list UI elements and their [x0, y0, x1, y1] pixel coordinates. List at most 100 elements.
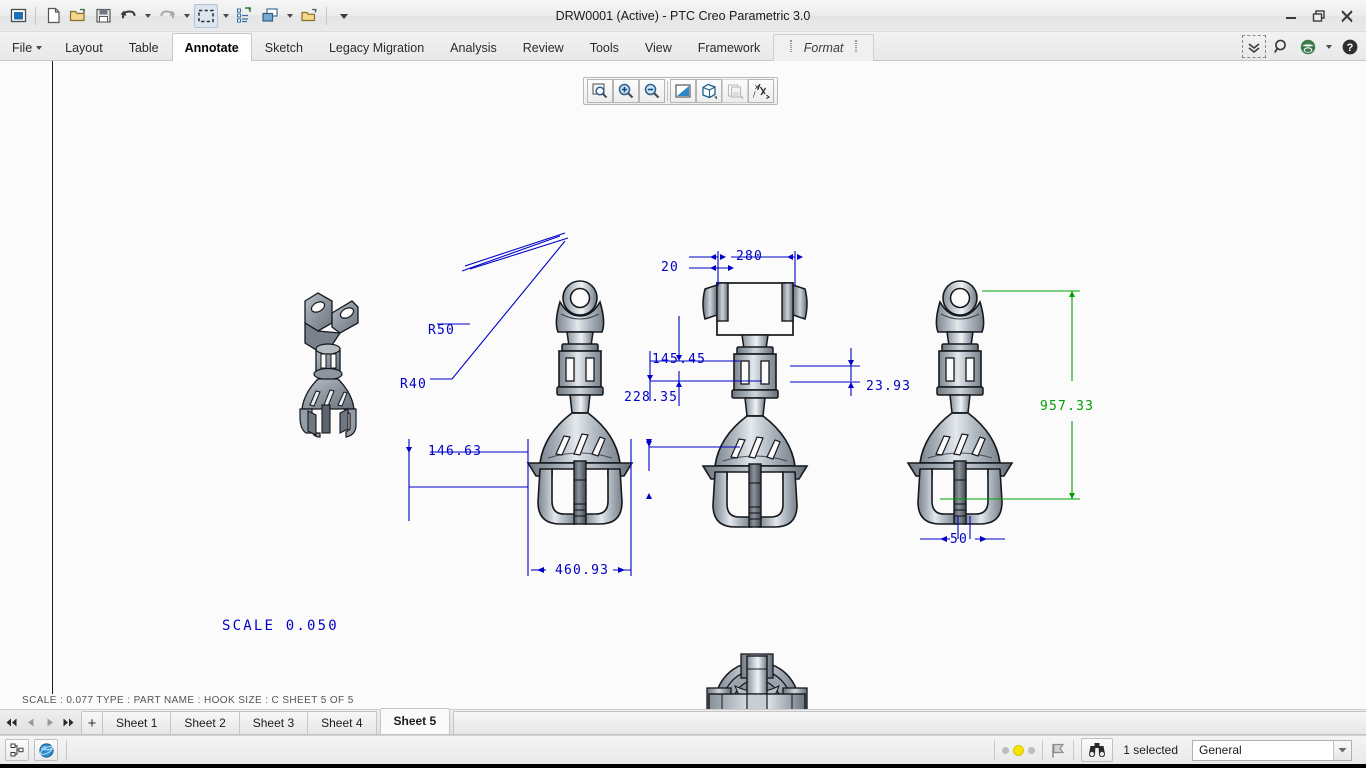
window-switch-caret-icon[interactable] [283, 4, 296, 28]
redo-icon[interactable] [155, 4, 179, 28]
help-icon[interactable]: ? [1338, 35, 1362, 58]
sheet-nav-buttons [0, 712, 75, 732]
add-sheet-button[interactable]: + [81, 711, 103, 734]
tab-file[interactable]: File [0, 34, 52, 61]
status-divider-2 [994, 740, 996, 760]
window-controls [1278, 0, 1360, 32]
first-sheet-button[interactable] [5, 712, 18, 732]
collapse-ribbon-icon[interactable] [1242, 35, 1266, 58]
flag-icon[interactable] [1050, 742, 1066, 759]
top-view [706, 653, 808, 709]
binoculars-icon[interactable] [1081, 738, 1114, 762]
window-switch-icon[interactable] [258, 4, 282, 28]
tab-framework[interactable]: Framework [685, 34, 774, 61]
tab-format-label: Format [803, 41, 844, 55]
dimension-20[interactable]: 20 [661, 260, 679, 275]
dimension-957-33[interactable]: 957.33 [1040, 399, 1094, 414]
tab-annotate[interactable]: Annotate [171, 33, 252, 61]
redo-dropdown-caret-icon[interactable] [180, 4, 193, 28]
undo-icon[interactable] [116, 4, 140, 28]
save-icon[interactable] [91, 4, 115, 28]
status-divider-1 [66, 740, 67, 760]
next-sheet-button[interactable] [43, 712, 56, 732]
file-caret-icon [36, 46, 43, 50]
sheet-tab-5[interactable]: Sheet 5 [379, 708, 451, 734]
status-divider-4 [1073, 740, 1075, 760]
quick-access-toolbar [0, 3, 356, 28]
dimension-146-63[interactable]: 146.63 [428, 444, 482, 459]
dimension-280[interactable]: 280 [736, 249, 763, 264]
dimension-228-35[interactable]: 228.35 [624, 390, 678, 405]
overflow-icon[interactable] [332, 4, 356, 28]
tab-layout[interactable]: Layout [52, 34, 116, 61]
selection-filter-value: General [1199, 743, 1242, 757]
svg-text:?: ? [1347, 42, 1354, 54]
undo-dropdown-caret-icon[interactable] [141, 4, 154, 28]
sheet-tab-2[interactable]: Sheet 2 [171, 711, 240, 734]
close-button[interactable] [1334, 5, 1360, 27]
status-indicator-lights [1002, 744, 1036, 756]
dimension-50[interactable]: 50 [950, 532, 968, 547]
sheet-tab-3[interactable]: Sheet 3 [239, 711, 309, 734]
status-divider-3 [1042, 740, 1044, 760]
selection-filter-dropdown[interactable]: General [1192, 739, 1352, 761]
tab-analysis[interactable]: Analysis [437, 34, 510, 61]
front-view [527, 280, 633, 525]
right-view [907, 280, 1013, 525]
status-dot-left [1002, 746, 1010, 754]
browser-icon[interactable] [34, 739, 58, 761]
ribbon-right-icons: ? [1242, 35, 1362, 58]
help-dropdown-caret-icon[interactable] [1323, 35, 1335, 58]
sheet-tab-1[interactable]: Sheet 1 [103, 711, 172, 734]
format-right-grip-icon [854, 40, 857, 52]
help-browser-icon[interactable] [1296, 35, 1320, 58]
drawing-canvas[interactable]: × / R50 R40 20 280 145.45 228.35 23.93 1… [0, 61, 1366, 709]
folder-icon[interactable] [297, 4, 321, 28]
tab-file-label: File [12, 41, 33, 55]
select-icon[interactable] [194, 3, 218, 28]
sheet-tab-filler [453, 711, 1366, 734]
status-dot-right [1028, 746, 1036, 754]
dimension-145-45[interactable]: 145.45 [652, 352, 706, 367]
window-bottom-edge [0, 764, 1366, 768]
open-icon[interactable] [66, 4, 90, 28]
select-dropdown-caret-icon[interactable] [219, 4, 232, 28]
model-tree-icon[interactable] [5, 739, 29, 761]
qat-divider-1 [35, 6, 36, 25]
status-dot-active [1013, 744, 1025, 756]
dimension-arrows [406, 254, 987, 573]
restore-button[interactable] [1306, 5, 1332, 27]
drawing-geometry [299, 232, 1080, 709]
sheet-tab-4[interactable]: Sheet 4 [308, 711, 377, 734]
format-left-grip-icon [790, 40, 793, 52]
dimension-r40[interactable]: R40 [400, 377, 427, 392]
previous-sheet-button[interactable] [24, 712, 37, 732]
section-view [701, 282, 809, 528]
regenerate-icon[interactable] [233, 4, 257, 28]
dimension-lines [408, 232, 1005, 576]
tab-view[interactable]: View [632, 34, 685, 61]
tab-tools[interactable]: Tools [577, 34, 632, 61]
dimension-23-93[interactable]: 23.93 [866, 379, 911, 394]
status-bar: 1 selected General [0, 735, 1366, 764]
tab-table[interactable]: Table [116, 34, 172, 61]
ribbon-tab-bar: File Layout Table Annotate Sketch Legacy… [0, 32, 1366, 61]
title-bar: DRW0001 (Active) - PTC Creo Parametric 3… [0, 0, 1366, 32]
selection-filter-caret-icon[interactable] [1333, 740, 1351, 760]
qat-divider-2 [326, 6, 327, 25]
last-sheet-button[interactable] [62, 712, 75, 732]
minimize-button[interactable] [1278, 5, 1304, 27]
new-icon[interactable] [41, 4, 65, 28]
tab-legacy-migration[interactable]: Legacy Migration [316, 34, 437, 61]
tab-review[interactable]: Review [510, 34, 577, 61]
tab-format[interactable]: Format [773, 34, 874, 61]
dimension-460-93[interactable]: 460.93 [555, 563, 609, 578]
tab-sketch[interactable]: Sketch [252, 34, 316, 61]
search-icon[interactable] [1269, 35, 1293, 58]
sheet-info-text: SCALE : 0.077 TYPE : PART NAME : HOOK SI… [22, 695, 354, 706]
window-icon[interactable] [6, 4, 30, 28]
sheet-tab-bar: + Sheet 1 Sheet 2 Sheet 3 Sheet 4 Sheet … [0, 708, 1366, 735]
dimension-r50[interactable]: R50 [428, 323, 455, 338]
selection-count-text: 1 selected [1123, 743, 1178, 757]
scale-note[interactable]: SCALE 0.050 [222, 618, 339, 634]
